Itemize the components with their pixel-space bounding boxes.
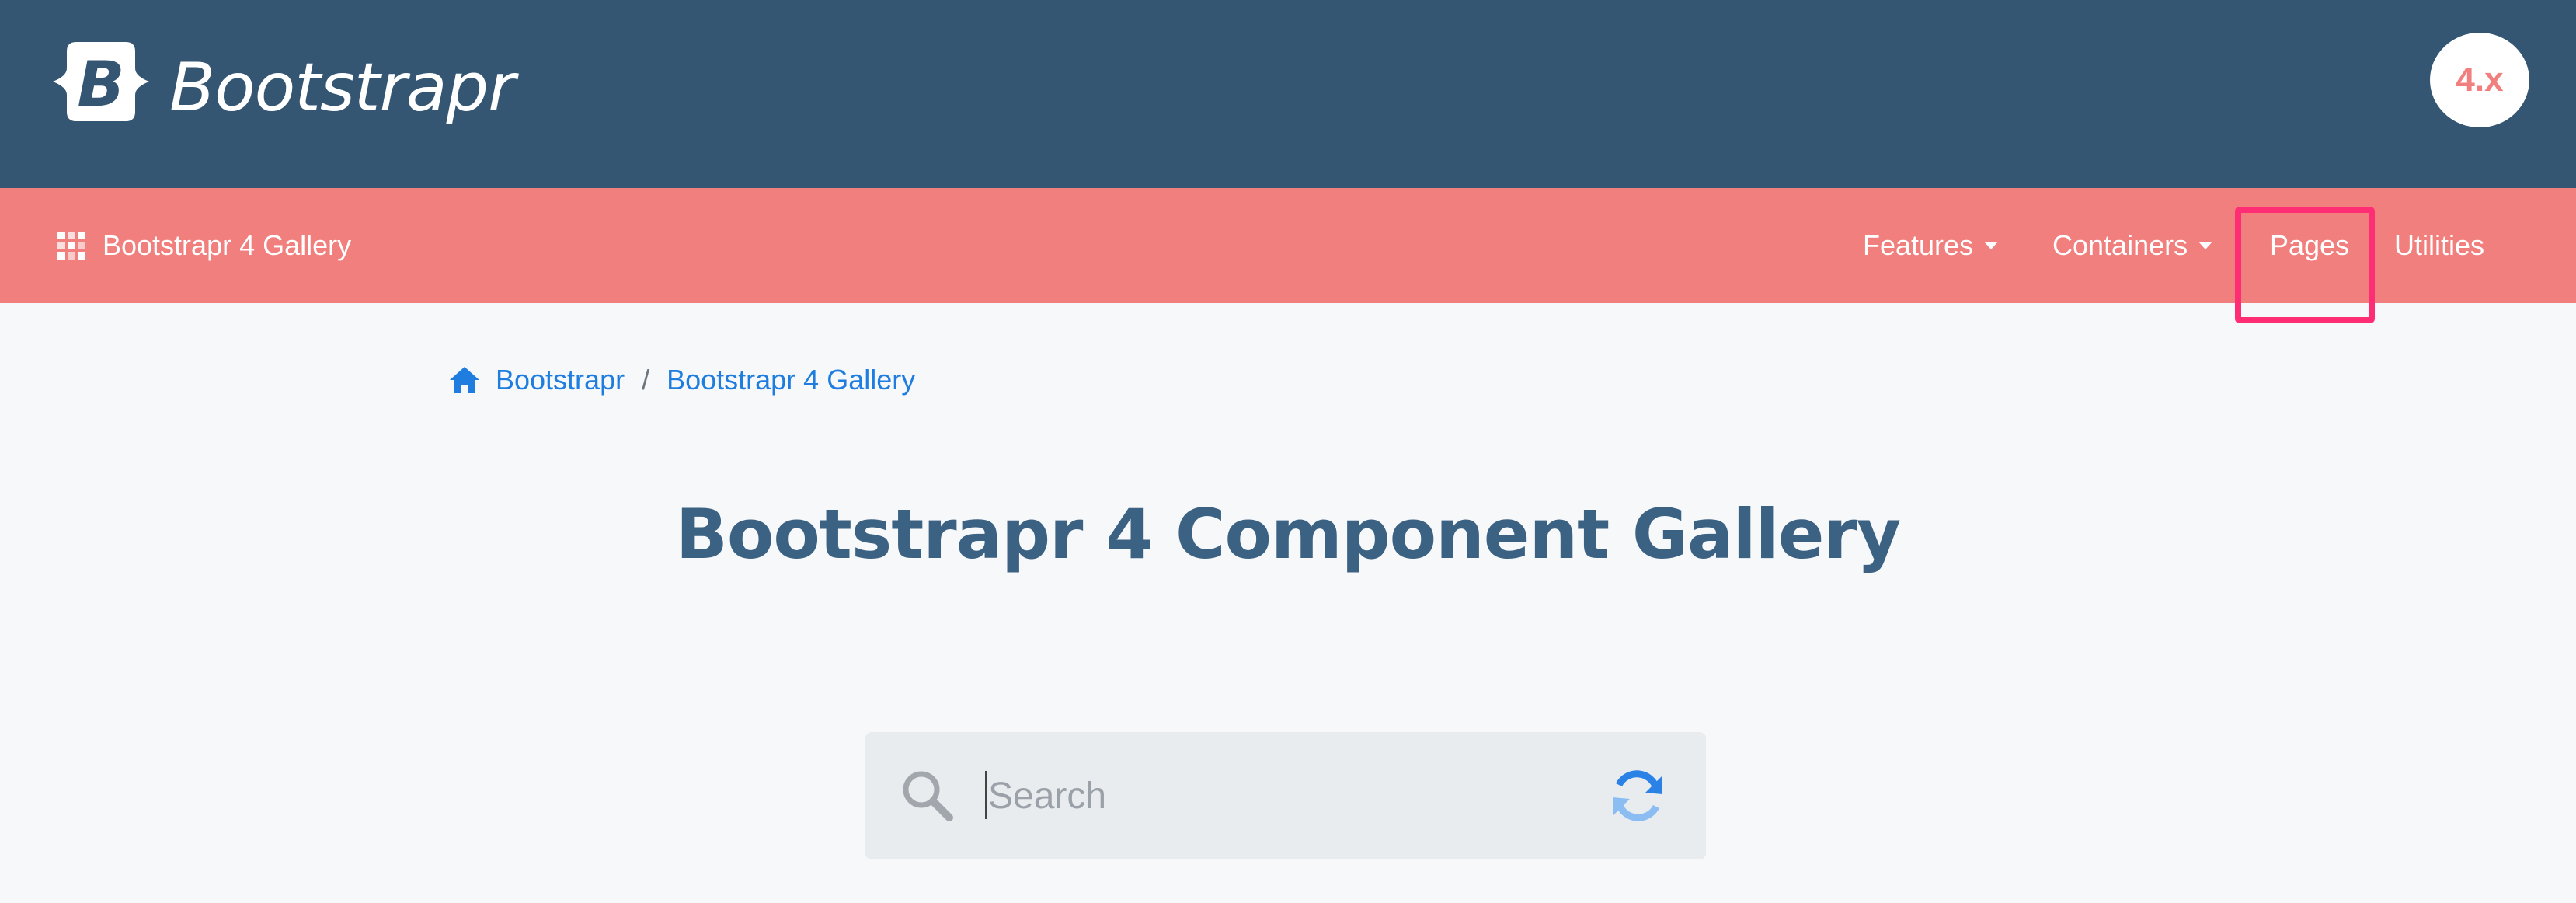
- caret-down-icon: [1984, 242, 1999, 249]
- home-icon[interactable]: [447, 364, 482, 396]
- nav-utilities-link[interactable]: Utilities: [2394, 222, 2484, 269]
- gallery-home-link[interactable]: Bootstrapr 4 Gallery: [57, 225, 351, 266]
- caret-down-icon: [2198, 242, 2213, 249]
- breadcrumb-separator: /: [642, 364, 650, 396]
- bootstrapr-logo-icon[interactable]: B: [50, 42, 152, 121]
- svg-text:B: B: [78, 48, 125, 120]
- breadcrumb-gallery-link[interactable]: Bootstrapr 4 Gallery: [667, 364, 915, 396]
- nav-pages-link[interactable]: Pages: [2270, 222, 2349, 269]
- nav-containers-dropdown[interactable]: Containers: [2052, 222, 2213, 269]
- page-title: Bootstrapr 4 Component Gallery: [675, 494, 1901, 574]
- brand-name[interactable]: Bootstrapr: [169, 45, 515, 131]
- nav-utilities-label: Utilities: [2394, 229, 2485, 261]
- nav-containers-label: Containers: [2052, 229, 2188, 261]
- nav-features-label: Features: [1863, 229, 1974, 261]
- search-icon: [903, 771, 953, 821]
- nav-pages-label: Pages: [2270, 229, 2350, 261]
- text-cursor: [985, 771, 987, 819]
- gallery-link-label: Bootstrapr 4 Gallery: [103, 229, 352, 261]
- search-box: [865, 732, 1706, 859]
- grid-icon: [57, 232, 85, 260]
- nav-features-dropdown[interactable]: Features: [1863, 222, 1999, 269]
- version-badge[interactable]: 4.x: [2430, 33, 2529, 127]
- breadcrumb: Bootstrapr / Bootstrapr 4 Gallery: [447, 359, 915, 401]
- secondary-navbar: Bootstrapr 4 Gallery Features Containers…: [0, 188, 2576, 303]
- breadcrumb-bootstrapr-link[interactable]: Bootstrapr: [496, 364, 625, 396]
- refresh-icon[interactable]: [1608, 766, 1667, 825]
- search-input[interactable]: [988, 763, 1563, 828]
- top-header: B Bootstrapr 4.x: [0, 0, 2576, 188]
